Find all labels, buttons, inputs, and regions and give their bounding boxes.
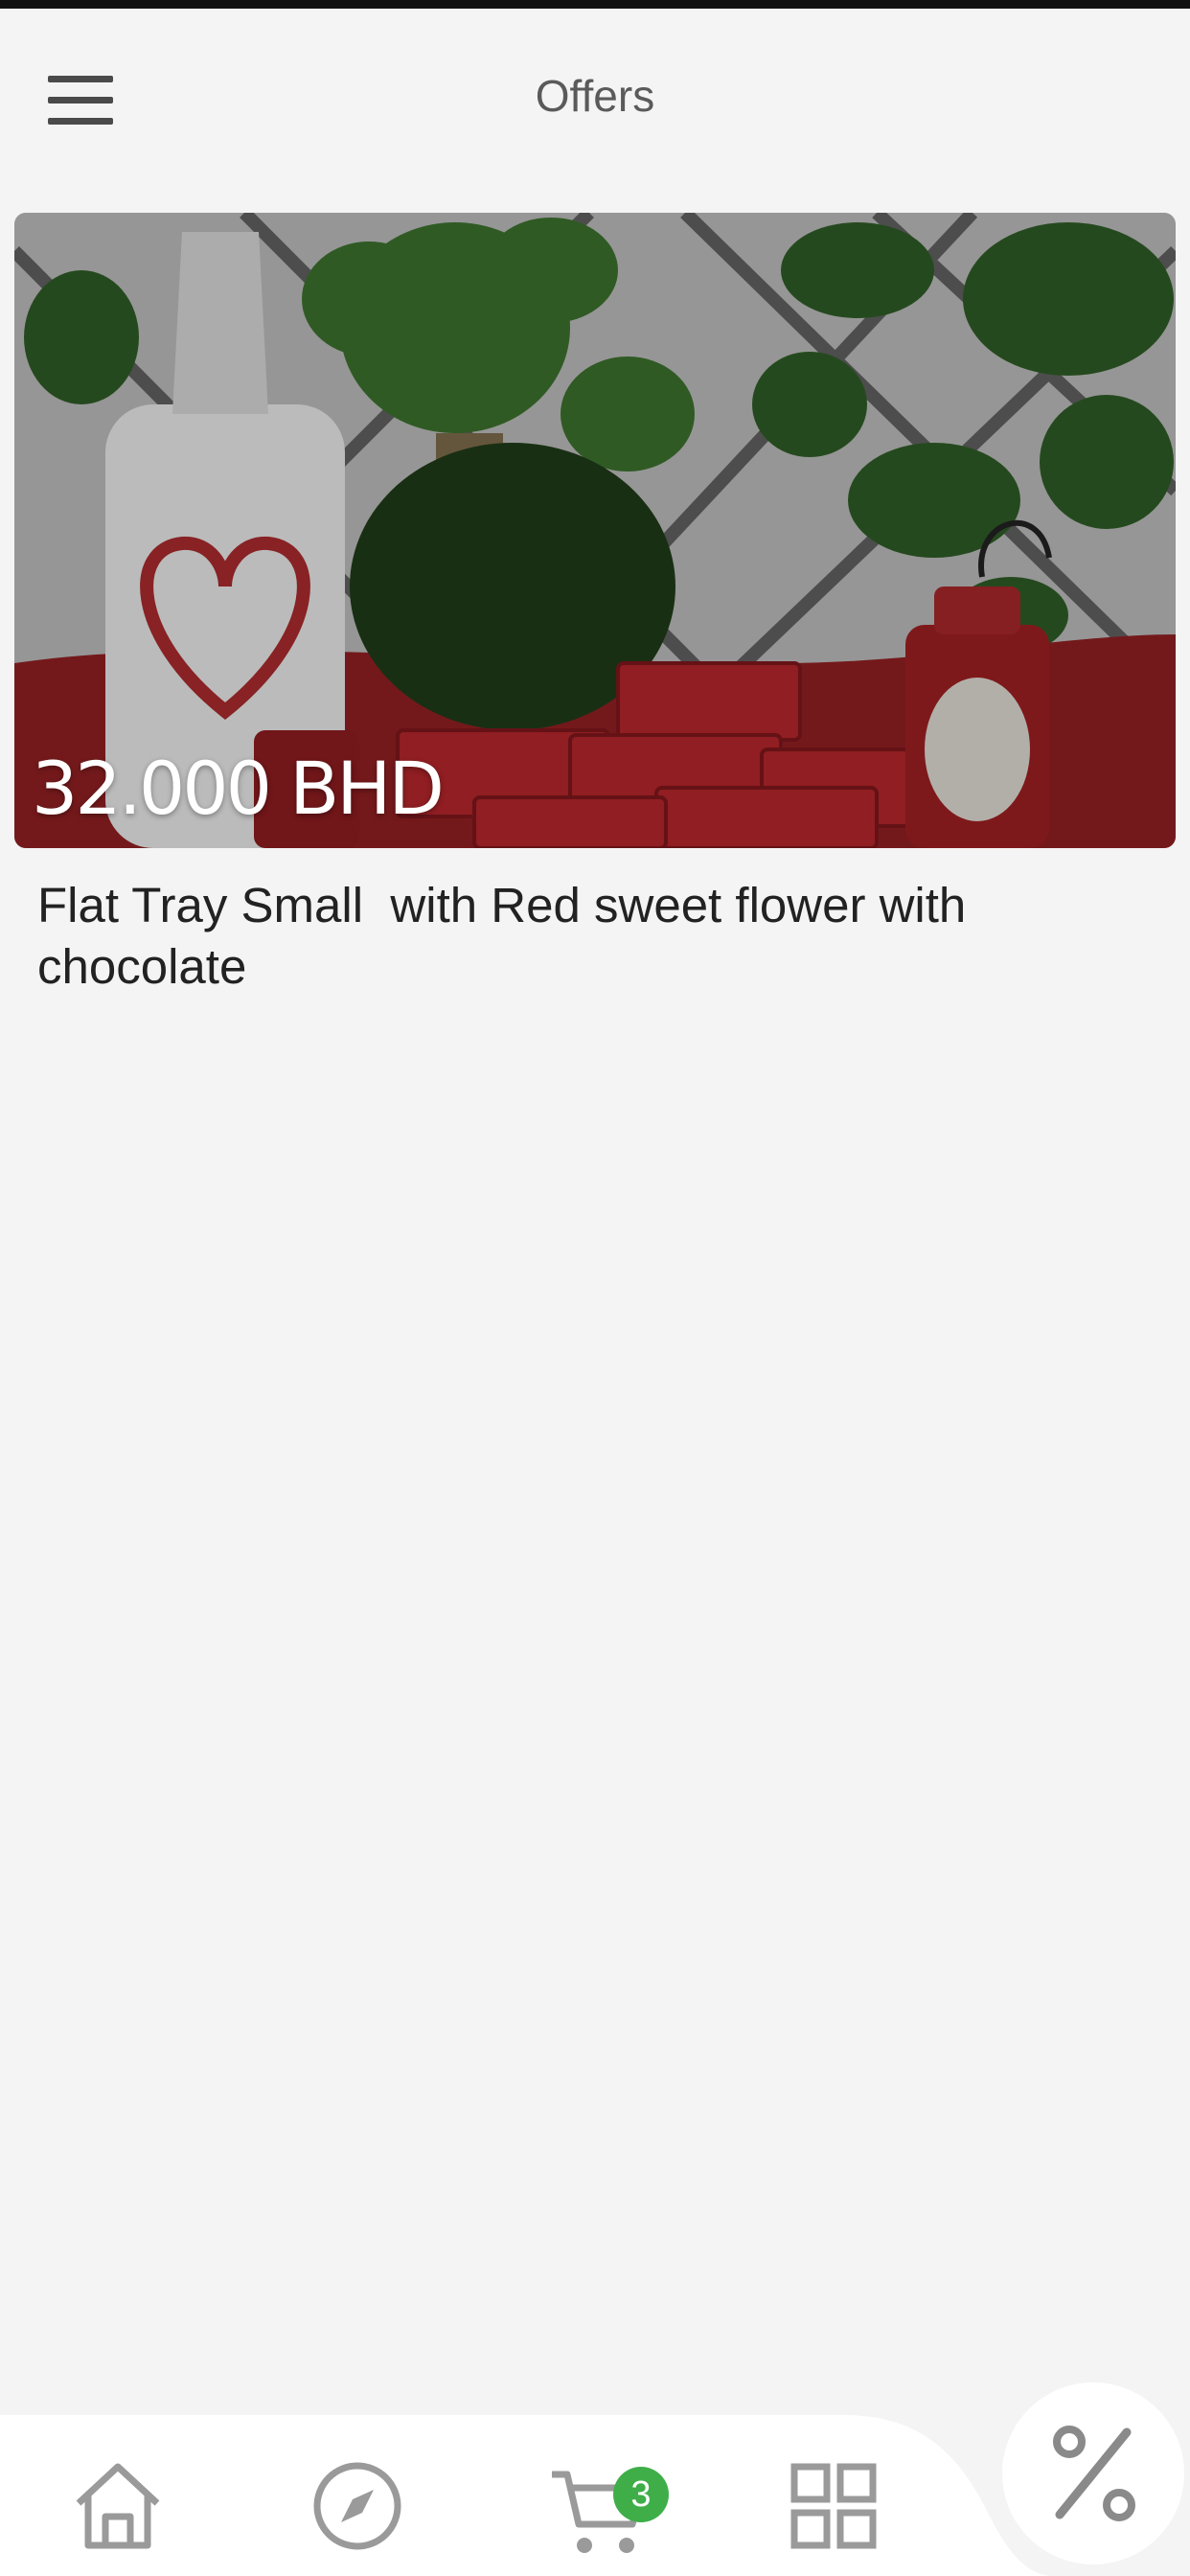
offer-price: 32.000 BHD (32, 746, 445, 831)
cart-badge: 3 (613, 2467, 669, 2522)
offers-fab-button[interactable] (1002, 2382, 1184, 2564)
offer-title[interactable]: Flat Tray Small with Red sweet flower wi… (37, 875, 1091, 998)
status-strip (0, 0, 1190, 9)
home-icon (76, 2463, 160, 2549)
nav-home[interactable] (65, 2453, 171, 2559)
compass-icon (313, 2462, 401, 2550)
offer-card[interactable]: 32.000 BHD Flat Tray Small with Red swee… (14, 213, 1176, 998)
header: Offers (0, 9, 1190, 191)
page-title: Offers (535, 71, 655, 121)
grid-icon (790, 2463, 877, 2549)
offer-image[interactable]: 32.000 BHD (14, 213, 1176, 848)
percent-icon (1053, 2426, 1135, 2521)
nav-explore[interactable] (305, 2453, 410, 2559)
nav-categories[interactable] (781, 2453, 886, 2559)
